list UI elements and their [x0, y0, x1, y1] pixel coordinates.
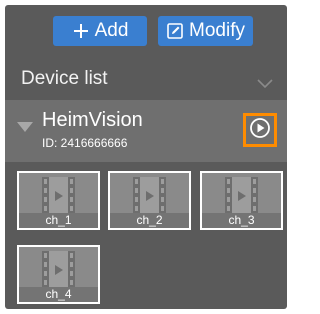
play-circle-icon	[249, 117, 271, 144]
channel-grid: ch_1 ch_2 ch_3 ch_4	[5, 165, 287, 309]
device-list-title: Device list	[21, 68, 108, 89]
channel-tile[interactable]: ch_2	[108, 171, 191, 230]
caret-down-icon[interactable]	[17, 119, 33, 137]
channel-label: ch_3	[202, 213, 281, 228]
device-name: HeimVision	[42, 109, 143, 131]
device-id: ID: 2416666666	[42, 136, 128, 150]
toolbar: Add Modify	[5, 5, 287, 55]
channel-label: ch_4	[19, 287, 98, 302]
add-button-label: Add	[94, 20, 129, 41]
channel-tile[interactable]: ch_4	[17, 245, 100, 304]
channel-label: ch_1	[19, 213, 98, 228]
device-row[interactable]: HeimVision ID: 2416666666	[5, 100, 287, 162]
channel-label: ch_2	[110, 213, 189, 228]
edit-icon	[166, 22, 184, 40]
play-button[interactable]	[243, 113, 277, 147]
chevron-down-icon[interactable]	[257, 73, 273, 95]
modify-button[interactable]: Modify	[158, 16, 253, 46]
plus-icon	[72, 22, 90, 40]
device-panel: Add Modify Device list HeimVision ID: 24…	[5, 5, 287, 309]
modify-button-label: Modify	[189, 20, 245, 41]
channel-tile[interactable]: ch_1	[17, 171, 100, 230]
channel-tile[interactable]: ch_3	[200, 171, 283, 230]
device-list-header[interactable]: Device list	[5, 57, 287, 99]
add-button[interactable]: Add	[53, 16, 147, 46]
